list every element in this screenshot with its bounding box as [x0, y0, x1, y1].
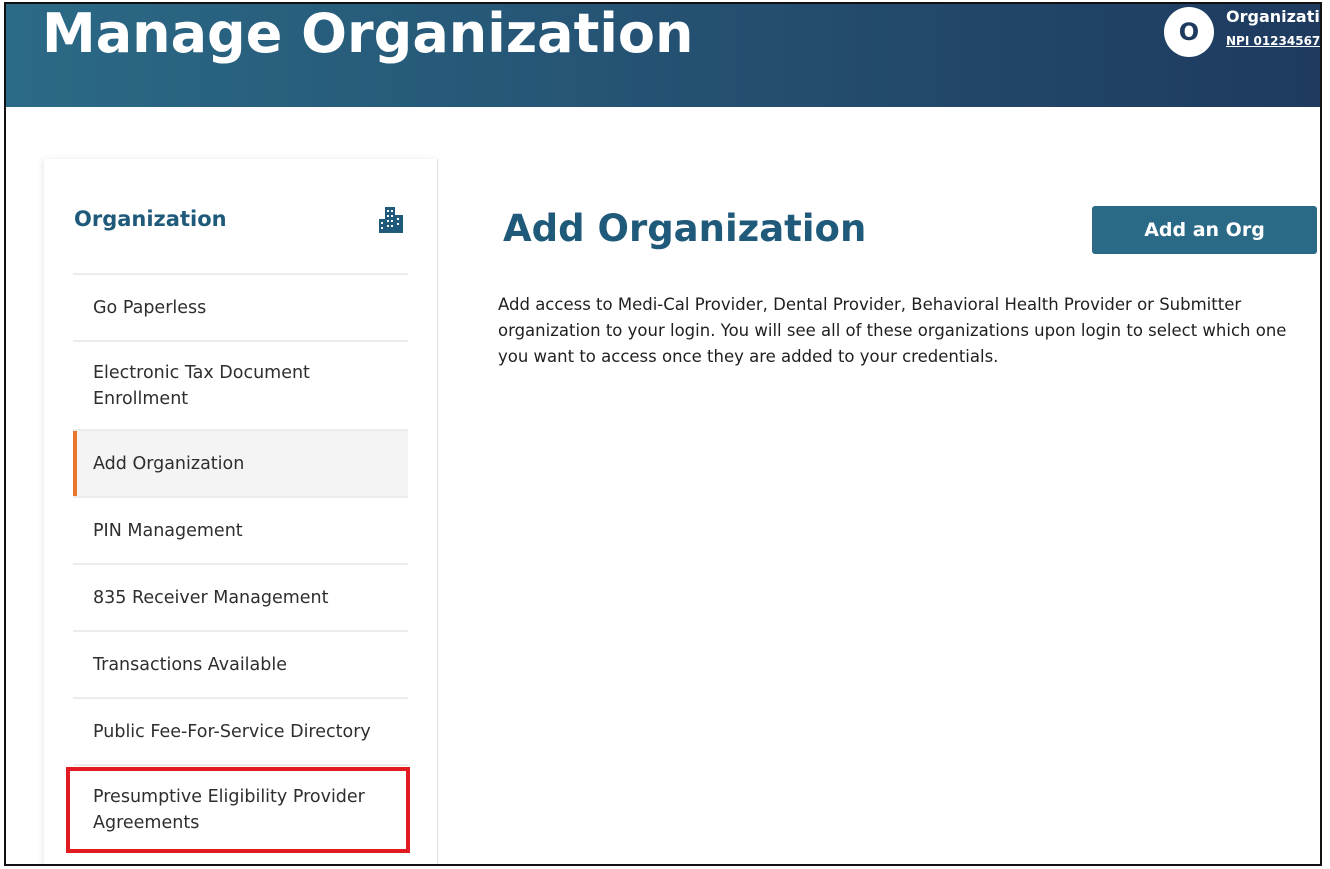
- sidebar-item-electronic-tax-document-enrollment[interactable]: Electronic Tax Document Enrollment: [73, 340, 408, 429]
- org-npi-link[interactable]: NPI 01234567: [1226, 34, 1320, 48]
- sidebar-item-835-receiver-management[interactable]: 835 Receiver Management: [73, 563, 408, 630]
- sidebar-item-label: Go Paperless: [93, 297, 207, 318]
- sidebar-item-public-fee-for-service-directory[interactable]: Public Fee-For-Service Directory: [73, 697, 408, 764]
- sidebar-item-label: Electronic Tax Document Enrollment: [93, 362, 310, 409]
- sidebar-item-label: PIN Management: [93, 520, 243, 541]
- app-window: Manage Organization O Organizati NPI 012…: [4, 2, 1322, 866]
- sidebar-item-presumptive-eligibility-provider-agreements[interactable]: Presumptive Eligibility Provider Agreeme…: [73, 764, 408, 853]
- page-title: Manage Organization: [42, 2, 694, 65]
- building-icon: [379, 207, 403, 233]
- section-description: Add access to Medi-Cal Provider, Dental …: [498, 295, 1287, 366]
- org-name[interactable]: Organizati: [1226, 7, 1320, 26]
- sidebar-item-pin-management[interactable]: PIN Management: [73, 496, 408, 563]
- org-avatar[interactable]: O: [1164, 7, 1214, 57]
- sidebar-nav: Go Paperless Electronic Tax Document Enr…: [73, 273, 408, 853]
- sidebar-heading: Organization: [74, 207, 227, 231]
- section-title: Add Organization: [503, 207, 867, 250]
- sidebar: Organization Go Paperless Electronic Tax…: [44, 159, 438, 864]
- sidebar-item-label: Presumptive Eligibility Provider Agreeme…: [93, 786, 365, 833]
- sidebar-item-label: Transactions Available: [93, 654, 288, 675]
- page-header: Manage Organization O Organizati NPI 012…: [6, 4, 1320, 107]
- sidebar-item-add-organization[interactable]: Add Organization: [73, 429, 408, 496]
- sidebar-item-label: Add Organization: [93, 453, 245, 474]
- sidebar-item-label: Public Fee-For-Service Directory: [93, 721, 371, 742]
- sidebar-item-label: 835 Receiver Management: [93, 587, 329, 608]
- add-org-button[interactable]: Add an Org: [1092, 206, 1317, 254]
- sidebar-item-go-paperless[interactable]: Go Paperless: [73, 273, 408, 340]
- sidebar-item-transactions-available[interactable]: Transactions Available: [73, 630, 408, 697]
